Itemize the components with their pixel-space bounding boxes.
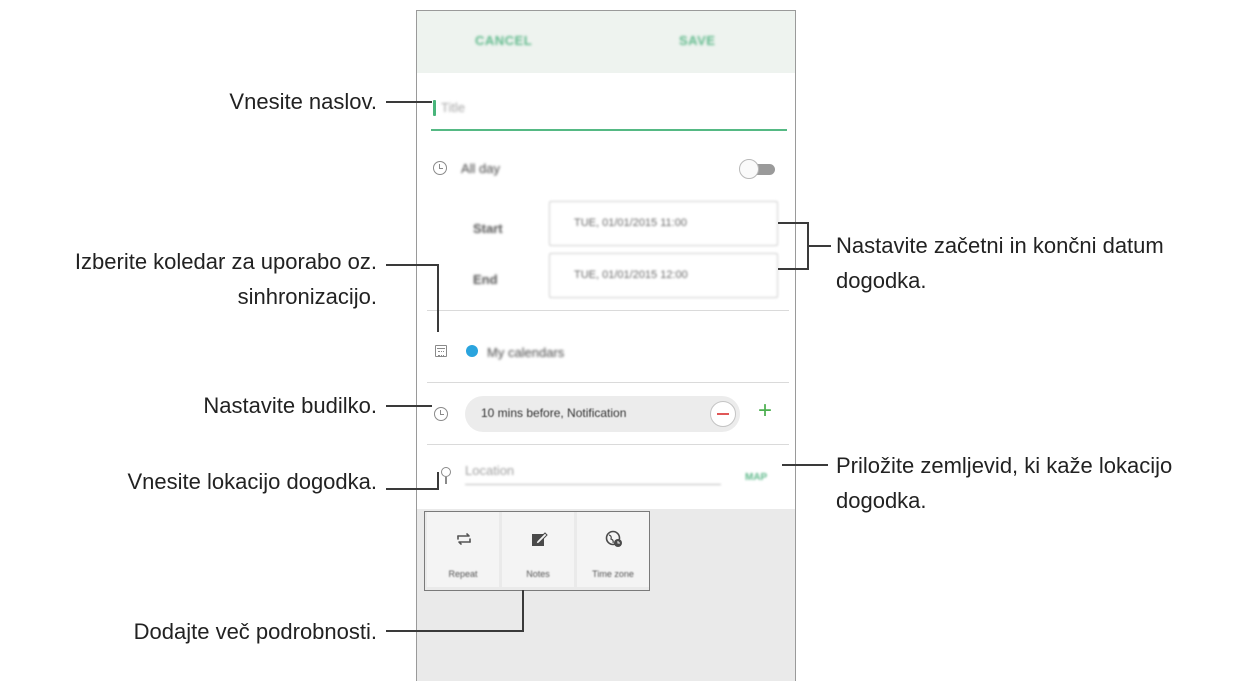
end-label: End <box>473 272 498 287</box>
all-day-label: All day <box>461 161 501 176</box>
time-zone-label: Time zone <box>592 569 634 579</box>
alarm-section: 10 mins before, Notification + <box>427 383 789 445</box>
add-alarm-icon[interactable]: + <box>753 399 777 424</box>
repeat-label: Repeat <box>448 569 478 579</box>
callout-details: Dodajte več podrobnosti. <box>133 619 377 644</box>
calendar-selector[interactable]: My calendars <box>427 311 789 383</box>
notes-icon <box>532 532 548 546</box>
leader-line-map <box>782 464 828 466</box>
repeat-button[interactable]: Repeat <box>427 512 499 587</box>
leader-line-details-rise <box>522 590 524 632</box>
leader-line-title <box>386 101 432 103</box>
calendar-color-dot <box>466 345 478 357</box>
bracket-dates-top <box>778 222 808 224</box>
callout-alarm: Nastavite budilko. <box>203 393 377 418</box>
date-time-section: All day Start TUE, 01/01/2015 11:00 End … <box>427 151 789 311</box>
leader-line-calendar <box>386 264 438 266</box>
leader-line-details <box>386 630 523 632</box>
location-pin-icon <box>441 467 451 484</box>
calendar-icon <box>435 345 447 357</box>
remove-alarm-icon[interactable] <box>710 401 736 427</box>
alarm-text: 10 mins before, Notification <box>481 406 627 420</box>
leader-line-location <box>386 488 438 490</box>
callout-title: Vnesite naslov. <box>229 89 377 114</box>
text-cursor <box>433 100 436 116</box>
title-field[interactable]: Title <box>431 91 787 131</box>
cancel-button[interactable]: CANCEL <box>475 33 532 48</box>
action-bar: CANCEL SAVE <box>417 11 795 73</box>
callout-calendar-line1: Izberite koledar za uporabo oz. <box>74 249 377 274</box>
callout-location: Vnesite lokacijo dogodka. <box>127 469 378 494</box>
callout-dates-line2: dogodka. <box>836 268 927 293</box>
notes-button[interactable]: Notes <box>502 512 574 587</box>
callout-map-line1: Priložite zemljevid, ki kaže lokacijo <box>836 453 1173 478</box>
toggle-knob <box>739 159 759 179</box>
end-date-field[interactable]: TUE, 01/01/2015 12:00 <box>549 253 778 298</box>
alarm-clock-icon <box>434 407 448 421</box>
callout-map-line2: dogodka. <box>836 488 927 513</box>
title-underline <box>431 129 787 131</box>
save-button[interactable]: SAVE <box>679 33 715 48</box>
leader-line-alarm <box>386 405 432 407</box>
start-label: Start <box>473 221 503 236</box>
bracket-dates-bottom <box>778 268 808 270</box>
calendar-name: My calendars <box>487 345 565 360</box>
all-day-toggle[interactable] <box>739 159 777 179</box>
callout-calendar-line2: sinhronizacijo. <box>237 284 377 309</box>
location-input[interactable] <box>465 457 721 485</box>
leader-line-location-rise <box>437 472 439 490</box>
leader-line-dates <box>807 245 831 247</box>
time-zone-button[interactable]: Time zone <box>577 512 649 587</box>
map-button[interactable]: MAP <box>745 472 767 483</box>
more-details-buttons: Repeat Notes Time zone <box>424 511 650 591</box>
notes-label: Notes <box>526 569 550 579</box>
time-zone-icon <box>605 530 622 547</box>
callout-dates-line1: Nastavite začetni in končni datum <box>836 233 1164 258</box>
location-section: MAP <box>427 445 789 509</box>
title-placeholder: Title <box>441 100 466 115</box>
leader-line-calendar-drop <box>437 264 439 332</box>
start-date-field[interactable]: TUE, 01/01/2015 11:00 <box>549 201 778 246</box>
phone-screen: CANCEL SAVE Title All day Start TUE, 01/… <box>416 10 796 681</box>
repeat-icon <box>457 533 471 545</box>
alarm-chip[interactable]: 10 mins before, Notification <box>465 396 740 432</box>
clock-icon <box>433 161 447 175</box>
